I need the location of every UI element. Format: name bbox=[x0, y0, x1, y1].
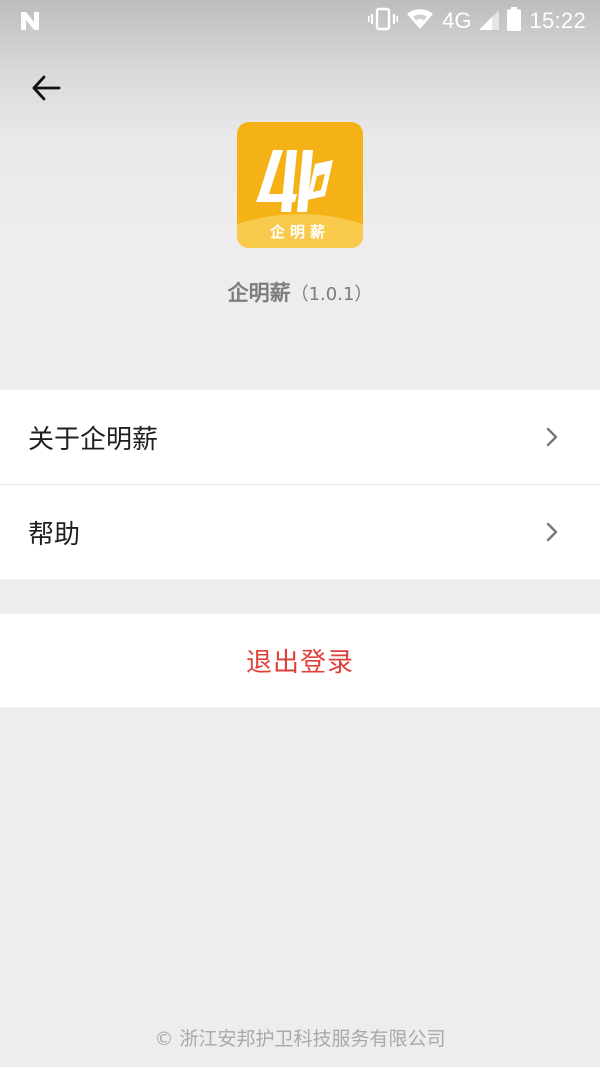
logout-label: 退出登录 bbox=[245, 648, 354, 678]
chevron-right-icon bbox=[546, 427, 558, 447]
network-type: 4G bbox=[442, 8, 472, 33]
app-version: （1.0.1） bbox=[290, 284, 373, 305]
logout-button[interactable]: 退出登录 bbox=[0, 614, 600, 707]
app-name-version: 企明薪（1.0.1） bbox=[0, 277, 600, 307]
cell-signal-icon bbox=[479, 8, 500, 34]
app-logo: 企明薪 bbox=[237, 122, 363, 248]
battery-icon bbox=[507, 7, 522, 35]
menu-item-label: 关于企明薪 bbox=[28, 424, 159, 455]
app-name: 企明薪 bbox=[227, 281, 291, 305]
status-indicators: 4G 15:22 bbox=[368, 7, 586, 35]
chevron-right-icon bbox=[546, 522, 558, 542]
vibrate-icon bbox=[368, 7, 399, 35]
status-time: 15:22 bbox=[529, 8, 586, 33]
n-notification-icon bbox=[18, 9, 42, 33]
header-area: 4G 15:22 企明薪 企明薪（1.0.1） bbox=[0, 0, 600, 390]
back-arrow-icon bbox=[32, 75, 61, 101]
back-button[interactable] bbox=[22, 64, 70, 112]
settings-menu: 关于企明薪 帮助 bbox=[0, 390, 600, 579]
status-bar: 4G 15:22 bbox=[0, 0, 600, 42]
menu-item-about[interactable]: 关于企明薪 bbox=[0, 390, 600, 484]
wifi-icon bbox=[406, 8, 434, 34]
logo-text: 企明薪 bbox=[269, 223, 330, 241]
copyright-text: © 浙江安邦护卫科技服务有限公司 bbox=[154, 1028, 446, 1050]
menu-item-help[interactable]: 帮助 bbox=[0, 484, 600, 579]
menu-item-label: 帮助 bbox=[28, 519, 81, 550]
